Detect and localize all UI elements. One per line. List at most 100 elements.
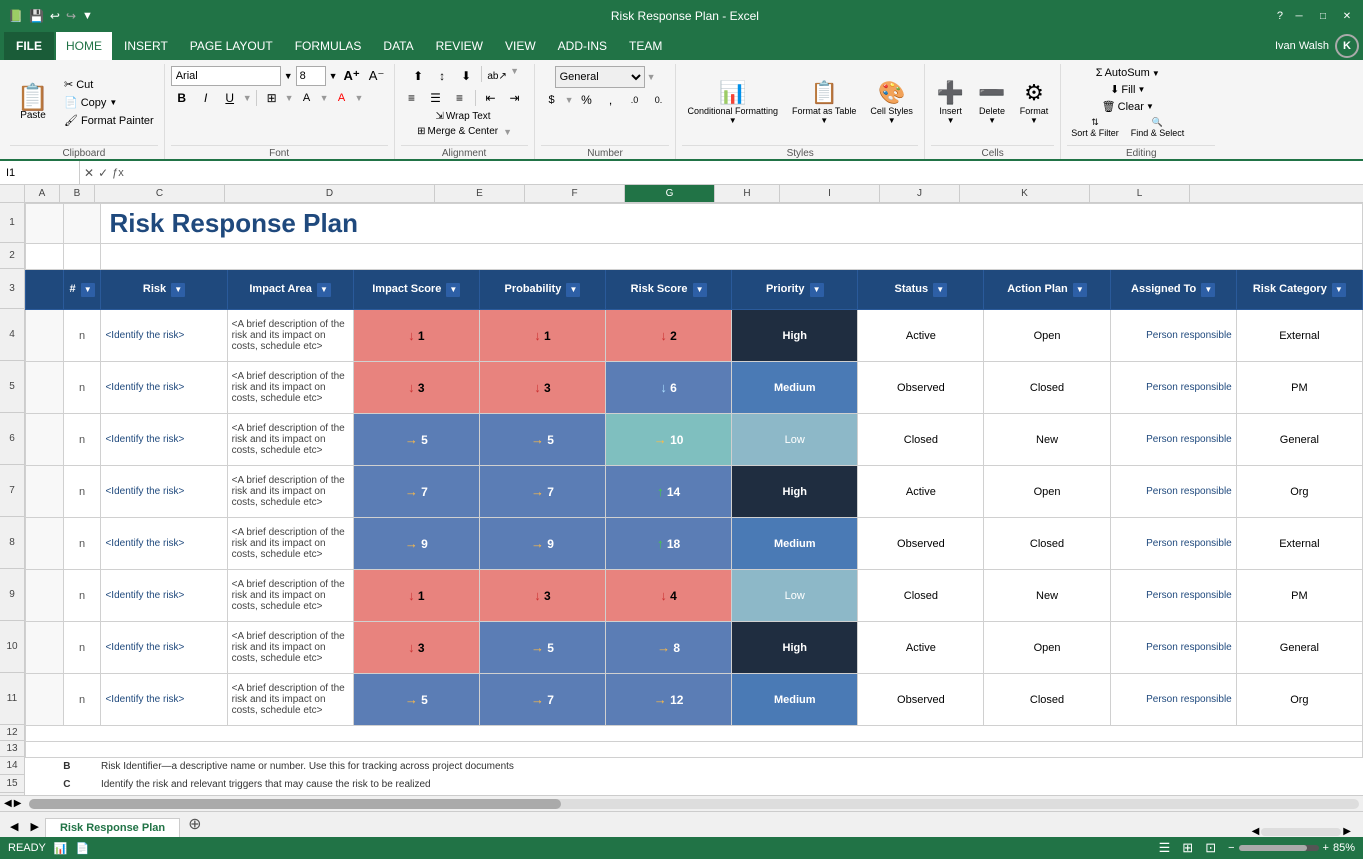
col-a[interactable]: A (25, 185, 60, 202)
font-size-input[interactable] (296, 66, 326, 86)
header-riskscore-filter[interactable]: ▼ (693, 283, 707, 297)
cell-prob-8[interactable]: → 9 (479, 518, 605, 570)
border-arrow[interactable]: ▼ (285, 93, 294, 103)
cell-impact-8[interactable]: <A brief description of the risk and its… (227, 518, 353, 570)
header-score-filter[interactable]: ▼ (446, 283, 460, 297)
quick-access-save[interactable]: 💾 (29, 9, 44, 23)
cell-n-9[interactable]: n (63, 570, 101, 622)
cell-legend-16[interactable]: Impact Area: Cost, Schedule, Scope, Qual… (101, 794, 1363, 796)
cell-prob-7[interactable]: → 7 (479, 466, 605, 518)
row-num-7[interactable]: 7 (0, 465, 24, 517)
cell-n-5[interactable]: n (63, 362, 101, 414)
header-action-filter[interactable]: ▼ (1073, 283, 1087, 297)
user-avatar[interactable]: K (1335, 34, 1359, 58)
help-icon[interactable]: ? (1277, 10, 1283, 22)
align-right-btn[interactable]: ≡ (449, 88, 471, 108)
row-num-15[interactable]: 15 (0, 775, 24, 793)
scroll-tabs-left[interactable]: ◀ (4, 816, 24, 837)
row-num-9[interactable]: 9 (0, 569, 24, 621)
cell-a8[interactable] (26, 518, 64, 570)
cell-cat-7[interactable]: Org (1236, 466, 1362, 518)
add-sheet-btn[interactable]: ⊕ (180, 811, 209, 837)
format-arrow[interactable]: ▼ (1030, 116, 1038, 125)
format-btn[interactable]: ⚙ Format ▼ (1014, 78, 1055, 127)
header-assigned-filter[interactable]: ▼ (1201, 283, 1215, 297)
increase-indent-btn[interactable]: ⇥ (504, 88, 526, 108)
delete-arrow[interactable]: ▼ (988, 116, 996, 125)
fill-color-btn[interactable]: A (296, 88, 318, 108)
align-left-btn[interactable]: ≡ (401, 88, 423, 108)
cell-n-10[interactable]: n (63, 622, 101, 674)
cell-iscore-10[interactable]: ↓ 3 (353, 622, 479, 674)
cell-status-9[interactable]: Closed (858, 570, 984, 622)
cell-rscore-10[interactable]: → 8 (606, 622, 732, 674)
header-priority[interactable]: Priority ▼ (732, 270, 858, 310)
cell-n-7[interactable]: n (63, 466, 101, 518)
cell-priority-7[interactable]: High (732, 466, 858, 518)
cell-action-4[interactable]: Open (984, 310, 1110, 362)
cell-assigned-5[interactable]: Person responsible (1110, 362, 1236, 414)
cancel-formula-btn[interactable]: ✕ (84, 166, 94, 180)
cell-action-5[interactable]: Closed (984, 362, 1110, 414)
cell-priority-4[interactable]: High (732, 310, 858, 362)
col-c[interactable]: C (95, 185, 225, 202)
wrap-text-btn[interactable]: ⇲ Wrap Text (433, 110, 494, 123)
header-risk-filter[interactable]: ▼ (171, 283, 185, 297)
cell-styles-btn[interactable]: 🎨 Cell Styles ▼ (865, 78, 918, 127)
header-impact-score[interactable]: Impact Score ▼ (353, 270, 479, 310)
cell-a15[interactable] (26, 776, 64, 794)
cell-action-8[interactable]: Closed (984, 518, 1110, 570)
header-num[interactable]: # ▼ (63, 270, 101, 310)
currency-btn[interactable]: $ (541, 90, 563, 110)
align-top-btn[interactable]: ⬆ (407, 66, 429, 86)
page-break-view-btn[interactable]: ⊡ (1205, 840, 1216, 856)
page-view-btn[interactable]: ⊞ (1182, 840, 1193, 856)
cell-rscore-8[interactable]: ↑ 18 (606, 518, 732, 570)
scroll-left-btn[interactable]: ◀ (4, 798, 12, 809)
format-painter-btn[interactable]: 🖌 Format Painter (60, 112, 158, 129)
cell-risk-4[interactable]: <Identify the risk> (101, 310, 227, 362)
menu-addins[interactable]: ADD-INS (548, 32, 617, 60)
row-num-8[interactable]: 8 (0, 517, 24, 569)
cell-impact-4[interactable]: <A brief description of the risk and its… (227, 310, 353, 362)
cell-risk-7[interactable]: <Identify the risk> (101, 466, 227, 518)
row-num-4[interactable]: 4 (0, 309, 24, 361)
cell-title[interactable]: Risk Response Plan (101, 204, 1363, 244)
row-num-5[interactable]: 5 (0, 361, 24, 413)
cell-priority-5[interactable]: Medium (732, 362, 858, 414)
cell-b15[interactable]: C (63, 776, 101, 794)
cell-b2[interactable] (63, 244, 101, 270)
cell-priority-8[interactable]: Medium (732, 518, 858, 570)
cell-assigned-4[interactable]: Person responsible (1110, 310, 1236, 362)
header-impact-area[interactable]: Impact Area ▼ (227, 270, 353, 310)
header-a[interactable] (26, 270, 64, 310)
cell-prob-11[interactable]: → 7 (479, 674, 605, 726)
cell-cat-11[interactable]: Org (1236, 674, 1362, 726)
font-color-arrow[interactable]: ▼ (354, 93, 363, 103)
header-assigned[interactable]: Assigned To ▼ (1110, 270, 1236, 310)
header-priority-filter[interactable]: ▼ (810, 283, 824, 297)
header-risk[interactable]: Risk ▼ (101, 270, 227, 310)
font-increase-btn[interactable]: A⁺ (341, 66, 363, 86)
cell-n-11[interactable]: n (63, 674, 101, 726)
copy-dropdown-arrow[interactable]: ▼ (109, 98, 117, 107)
format-table-arrow[interactable]: ▼ (820, 116, 828, 125)
cell-n-6[interactable]: n (63, 414, 101, 466)
conditional-formatting-btn[interactable]: 📊 Conditional Formatting ▼ (682, 78, 783, 127)
clear-arrow[interactable]: ▼ (1146, 102, 1154, 111)
cell-13[interactable] (26, 742, 1363, 758)
cell-rscore-4[interactable]: ↓ 2 (606, 310, 732, 362)
cell-rscore-7[interactable]: ↑ 14 (606, 466, 732, 518)
scroll-tabs-right[interactable]: ▶ (24, 816, 44, 837)
row-num-14[interactable]: 14 (0, 757, 24, 775)
cell-legend-14[interactable]: Risk Identifier—a descriptive name or nu… (101, 758, 1363, 776)
cell-risk-6[interactable]: <Identify the risk> (101, 414, 227, 466)
clear-btn[interactable]: 🗑 Clear ▼ (1098, 99, 1158, 114)
cell-b14[interactable]: B (63, 758, 101, 776)
cell-a14[interactable] (26, 758, 64, 776)
col-h[interactable]: H (715, 185, 780, 202)
cell-prob-5[interactable]: ↓ 3 (479, 362, 605, 414)
cell-status-5[interactable]: Observed (858, 362, 984, 414)
cell-action-11[interactable]: Closed (984, 674, 1110, 726)
cell-status-4[interactable]: Active (858, 310, 984, 362)
